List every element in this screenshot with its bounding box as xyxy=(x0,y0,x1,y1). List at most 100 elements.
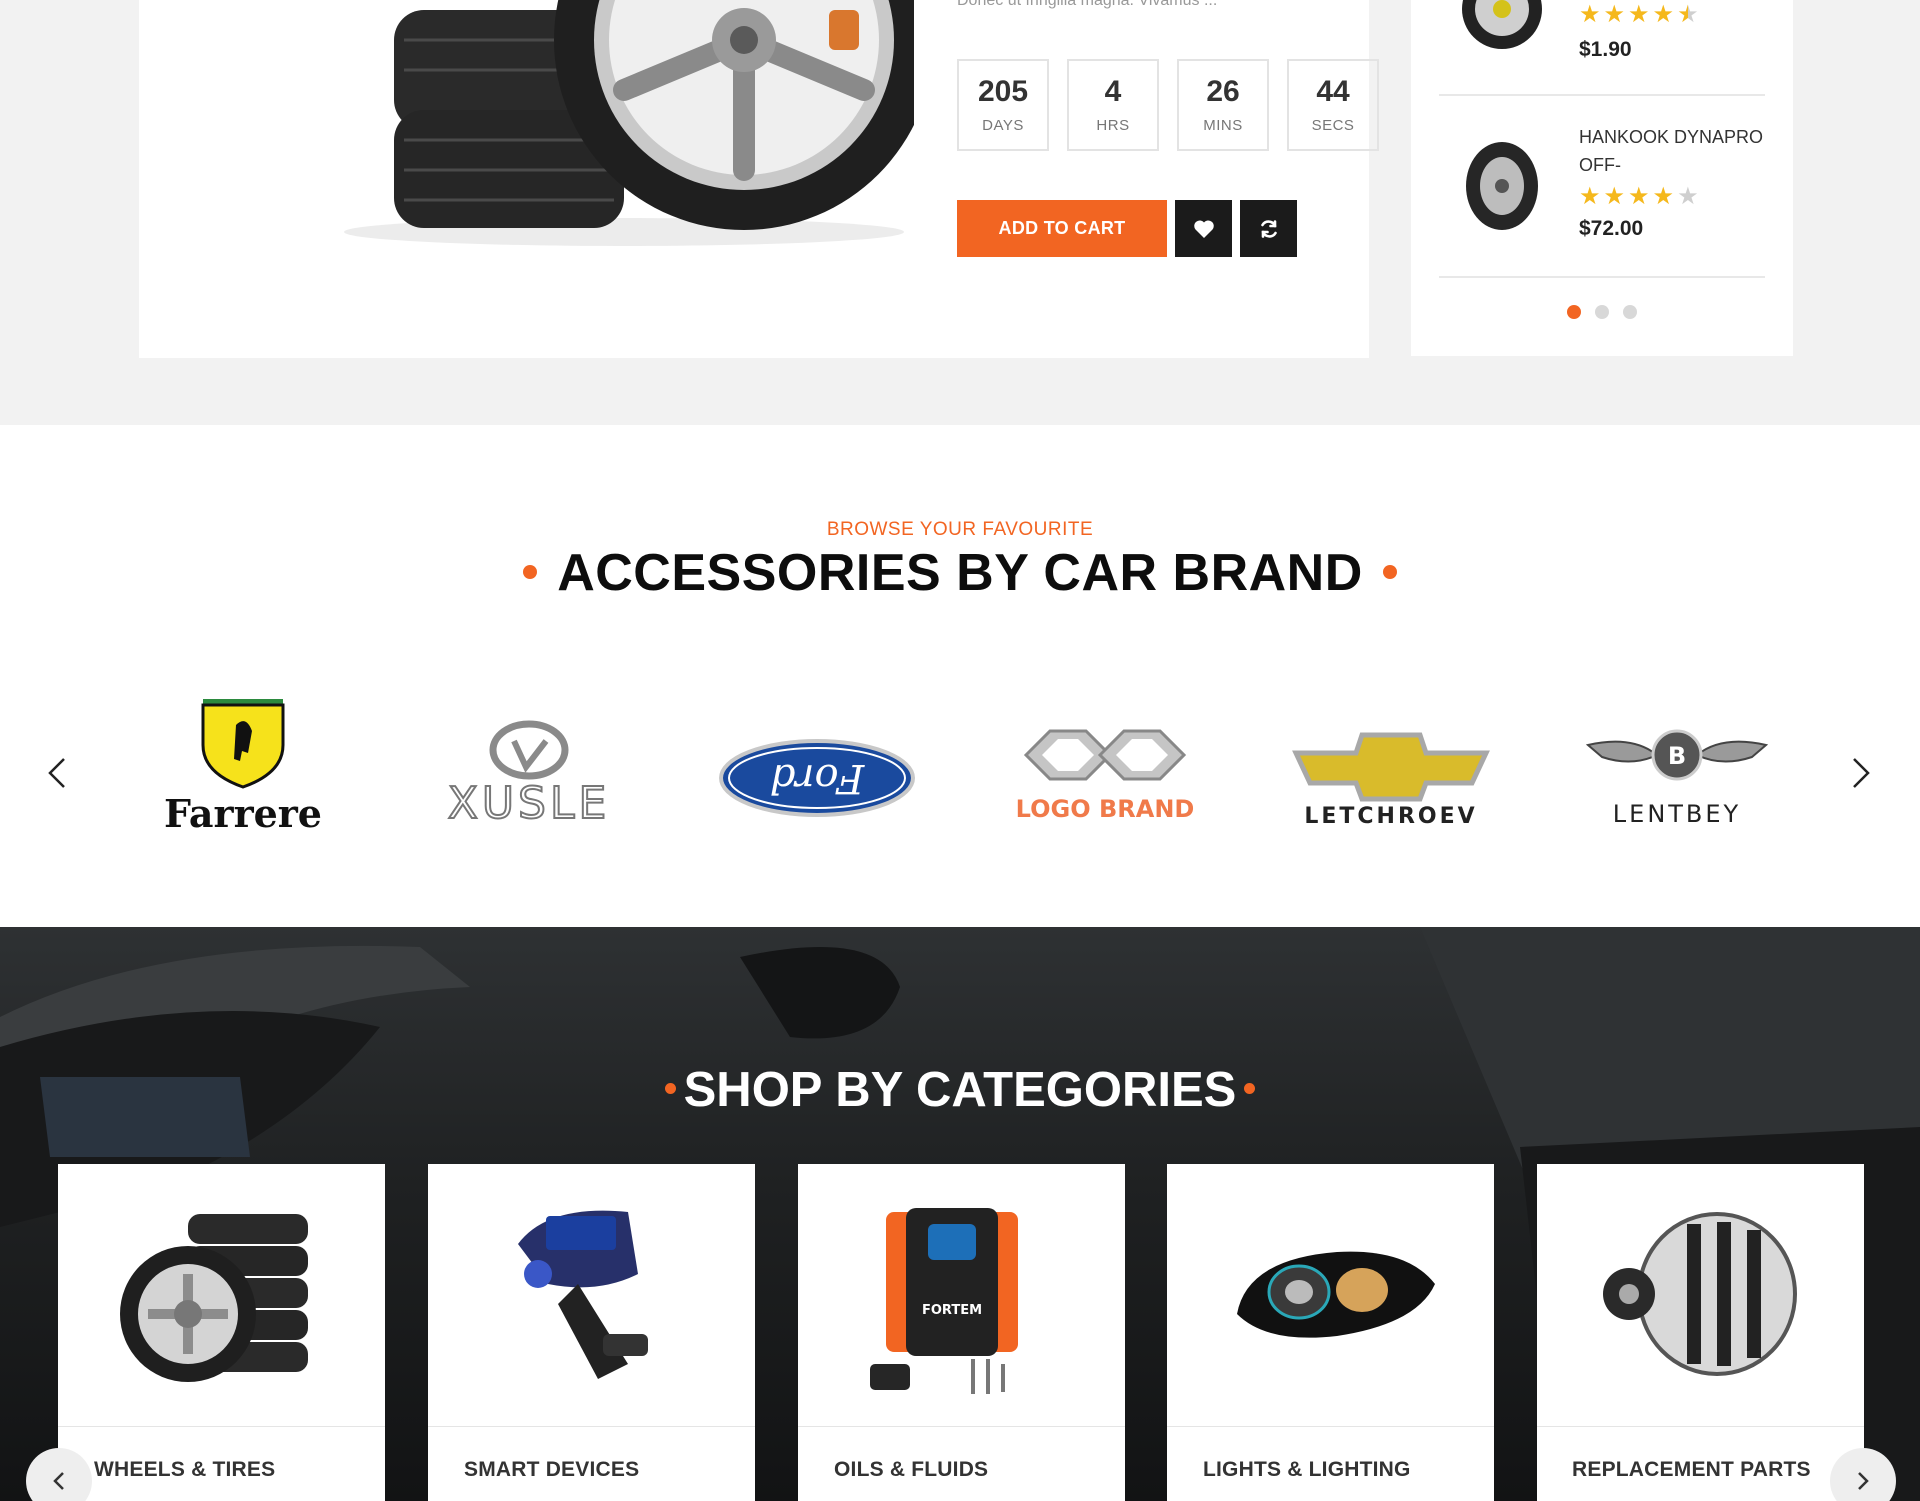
deal-of-day-card: Donec ut fringilla magna. Vivamus ... 20… xyxy=(139,0,1379,358)
brand-logo-text: LOGO BRAND xyxy=(1016,795,1195,823)
brand-logo-text: LETCHROEV xyxy=(1304,804,1477,829)
divider xyxy=(1439,276,1765,278)
section-title-text: SHOP BY CATEGORIES xyxy=(683,1063,1237,1117)
rating-stars: ★ ★ ★ ★ ★ xyxy=(1579,185,1699,209)
countdown-label: MINS xyxy=(1203,116,1243,134)
star-icon: ★ xyxy=(1652,1,1675,28)
double-cube-emblem-icon: LOGO BRAND xyxy=(1016,729,1195,823)
smart-devices-image xyxy=(518,1210,648,1379)
divider xyxy=(58,1426,385,1427)
accent-dot xyxy=(1244,1082,1256,1094)
divider xyxy=(1537,1426,1864,1427)
category-card-oils-fluids[interactable]: FORTEM OILS & FLUIDS xyxy=(798,1164,1125,1501)
countdown-label: DAYS xyxy=(982,116,1024,134)
carousel-pager xyxy=(1411,305,1793,319)
category-label[interactable]: SMART DEVICES xyxy=(464,1458,639,1482)
pager-dot[interactable] xyxy=(1567,305,1581,319)
pager-dot[interactable] xyxy=(1595,305,1609,319)
divider xyxy=(428,1426,755,1427)
brand-logo-text: LENTBEY xyxy=(1613,800,1741,828)
star-icon: ★ xyxy=(1579,183,1601,210)
brand-logo-xusle[interactable]: XUSLE xyxy=(414,695,644,835)
brand-logo-text: XUSLE xyxy=(448,778,611,829)
product-title[interactable]: HANKOOK DYNAPRO OFF- xyxy=(1579,123,1769,179)
star-half-icon: ★ xyxy=(1677,1,1699,28)
countdown-value: 4 xyxy=(1104,74,1122,108)
deal-section: Donec ut fringilla magna. Vivamus ... 20… xyxy=(0,0,1920,425)
divider xyxy=(1167,1426,1494,1427)
star-icon: ★ xyxy=(1628,1,1650,28)
refresh-icon xyxy=(1260,219,1277,238)
compare-button[interactable] xyxy=(1240,200,1297,257)
star-icon: ★ xyxy=(1579,1,1601,28)
add-to-cart-button[interactable]: ADD TO CART xyxy=(957,200,1167,257)
star-icon: ★ xyxy=(1603,183,1626,210)
chevron-right-icon xyxy=(1853,758,1870,788)
brand-logo-letchroev[interactable]: LETCHROEV xyxy=(1276,695,1506,835)
replacement-parts-image xyxy=(1603,1212,1797,1376)
shop-by-categories-section: SHOP BY CATEGORIES WHEELS & TIRES SMART … xyxy=(0,927,1920,1501)
bowtie-emblem-icon: LETCHROEV xyxy=(1292,732,1490,829)
star-icon: ★ xyxy=(1603,1,1626,28)
star-icon: ★ xyxy=(1652,183,1675,210)
section-subtitle: BROWSE YOUR FAVOURITE xyxy=(826,519,1094,540)
countdown-minutes: 26 MINS xyxy=(1177,59,1269,151)
oval-emblem-icon: Ford xyxy=(719,739,915,817)
section-title-text: ACCESSORIES BY CAR BRAND xyxy=(557,544,1363,602)
category-label[interactable]: REPLACEMENT PARTS xyxy=(1572,1458,1811,1482)
category-card-replacement-parts[interactable]: REPLACEMENT PARTS xyxy=(1537,1164,1864,1501)
rating-stars: ★ ★ ★ ★ ★ xyxy=(1579,3,1699,27)
chevron-right-icon xyxy=(1858,1472,1869,1490)
deal-description: Donec ut fringilla magna. Vivamus ... xyxy=(957,0,1218,9)
countdown-days: 205 DAYS xyxy=(957,59,1049,151)
brand-logo-text: Ford xyxy=(770,755,865,801)
heart-icon xyxy=(1193,219,1214,238)
brands-prev-button[interactable] xyxy=(42,753,72,793)
accent-dot xyxy=(664,1082,676,1094)
prancing-horse-shield-icon: Farrere xyxy=(164,699,322,836)
divider xyxy=(798,1426,1125,1427)
chevron-left-icon xyxy=(48,758,65,788)
accent-dot xyxy=(523,565,538,580)
category-card-lights-lighting[interactable]: LIGHTS & LIGHTING xyxy=(1167,1164,1494,1501)
brand-logo-lentbey[interactable]: B LENTBEY xyxy=(1562,695,1792,835)
wishlist-button[interactable] xyxy=(1175,200,1232,257)
countdown-timer: 205 DAYS 4 HRS 26 MINS 44 SECS xyxy=(957,59,1379,151)
category-label[interactable]: OILS & FLUIDS xyxy=(834,1458,988,1482)
countdown-seconds: 44 SECS xyxy=(1287,59,1379,151)
wheels-tires-image xyxy=(120,1214,308,1382)
lights-lighting-image xyxy=(1237,1251,1435,1338)
star-icon: ★ xyxy=(1628,183,1650,210)
accent-dot xyxy=(1382,565,1397,580)
category-card-wheels-tires[interactable]: WHEELS & TIRES xyxy=(58,1164,385,1501)
section-title: SHOP BY CATEGORIES xyxy=(0,1062,1920,1118)
countdown-value: 44 xyxy=(1316,74,1350,108)
product-thumbnail xyxy=(1462,0,1542,49)
brands-next-button[interactable] xyxy=(1846,753,1876,793)
countdown-hours: 4 HRS xyxy=(1067,59,1159,151)
side-product-item[interactable]: HANKOOK DYNAPRO OFF- ★ ★ ★ ★ ★ $72.00 xyxy=(1411,96,1793,276)
star-empty-icon: ★ xyxy=(1677,183,1699,210)
category-card-smart-devices[interactable]: SMART DEVICES xyxy=(428,1164,755,1501)
circle-emblem-icon: XUSLE xyxy=(447,720,611,830)
side-products-panel: ★ ★ ★ ★ ★ $1.90 HANKOOK DYNAPRO OFF- ★ ★… xyxy=(1411,0,1793,356)
oils-fluids-image: FORTEM xyxy=(870,1208,1018,1394)
car-brands-section: BROWSE YOUR FAVOURITE ACCESSORIES BY CAR… xyxy=(0,425,1920,927)
countdown-value: 26 xyxy=(1206,74,1240,108)
section-title: ACCESSORIES BY CAR BRAND xyxy=(0,543,1920,603)
pager-dot[interactable] xyxy=(1623,305,1637,319)
svg-text:FORTEM: FORTEM xyxy=(922,1303,982,1318)
side-product-item[interactable]: ★ ★ ★ ★ ★ $1.90 xyxy=(1411,0,1793,95)
countdown-label: SECS xyxy=(1311,116,1355,134)
category-label[interactable]: LIGHTS & LIGHTING xyxy=(1203,1458,1411,1482)
brand-logo-farrere[interactable]: Farrere xyxy=(128,695,358,836)
brand-logo-ford[interactable]: Ford xyxy=(702,695,932,835)
tire-stack-image xyxy=(344,0,914,246)
emblem-letter: B xyxy=(1668,742,1686,770)
category-label[interactable]: WHEELS & TIRES xyxy=(94,1458,275,1482)
brand-logo-logo-brand[interactable]: LOGO BRAND xyxy=(990,695,1220,835)
winged-emblem-icon: B LENTBEY xyxy=(1585,729,1769,828)
cart-actions: ADD TO CART xyxy=(957,200,1297,257)
product-thumbnail xyxy=(1466,142,1538,230)
brand-logo-text: Farrere xyxy=(164,791,322,835)
